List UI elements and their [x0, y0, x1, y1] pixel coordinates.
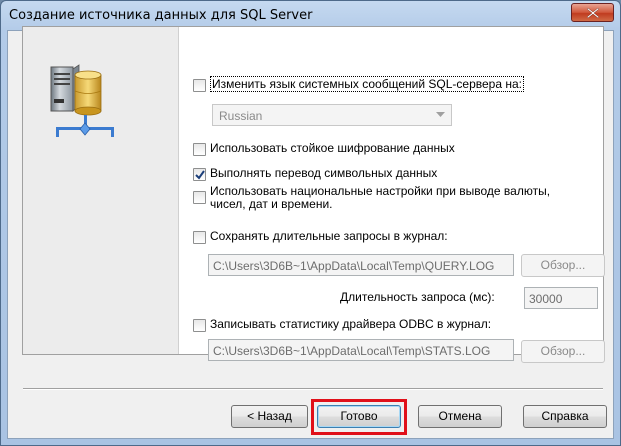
- language-select[interactable]: Russian: [212, 104, 452, 126]
- cancel-button[interactable]: Отмена: [418, 405, 502, 428]
- log-stats-checkbox[interactable]: [193, 319, 206, 332]
- server-network-icon: [50, 64, 114, 137]
- query-time-field[interactable]: 30000: [524, 287, 598, 309]
- browse-query-log-button[interactable]: Обзор...: [521, 254, 605, 277]
- translate-chars-label[interactable]: Выполнять перевод символьных данных: [210, 166, 437, 180]
- browse-stats-log-button[interactable]: Обзор...: [521, 340, 605, 363]
- checkmark-icon: [195, 170, 205, 180]
- query-time-label: Длительность запроса (мс):: [340, 290, 495, 304]
- log-stats-label[interactable]: Записывать статистику драйвера ODBC в жу…: [210, 317, 491, 331]
- query-log-path-field[interactable]: C:\Users\3D6B~1\AppData\Local\Temp\QUERY…: [208, 254, 514, 276]
- finish-button-highlight: [311, 399, 407, 435]
- close-icon: [587, 8, 599, 18]
- close-button[interactable]: [571, 3, 614, 22]
- log-long-queries-label[interactable]: Сохранять длительные запросы в журнал:: [210, 229, 448, 243]
- divider: [23, 388, 603, 390]
- back-button[interactable]: < Назад: [231, 405, 308, 428]
- change-language-label[interactable]: Изменить язык системных сообщений SQL-се…: [210, 76, 524, 92]
- strong-encryption-label[interactable]: Использовать стойкое шифрование данных: [210, 141, 455, 155]
- language-select-value: Russian: [219, 109, 263, 123]
- regional-settings-checkbox[interactable]: [193, 191, 206, 204]
- log-long-queries-checkbox[interactable]: [193, 231, 206, 244]
- change-language-checkbox[interactable]: [193, 79, 206, 92]
- side-image-strip: [23, 27, 179, 354]
- translate-chars-checkbox[interactable]: [193, 168, 206, 181]
- help-button[interactable]: Справка: [523, 405, 607, 428]
- stats-log-path-field[interactable]: C:\Users\3D6B~1\AppData\Local\Temp\STATS…: [208, 339, 514, 361]
- chevron-down-icon: [436, 112, 445, 117]
- window-title: Создание источника данных для SQL Server: [9, 8, 313, 23]
- strong-encryption-checkbox[interactable]: [193, 143, 206, 156]
- regional-settings-label[interactable]: Использовать национальные настройки при …: [210, 185, 550, 211]
